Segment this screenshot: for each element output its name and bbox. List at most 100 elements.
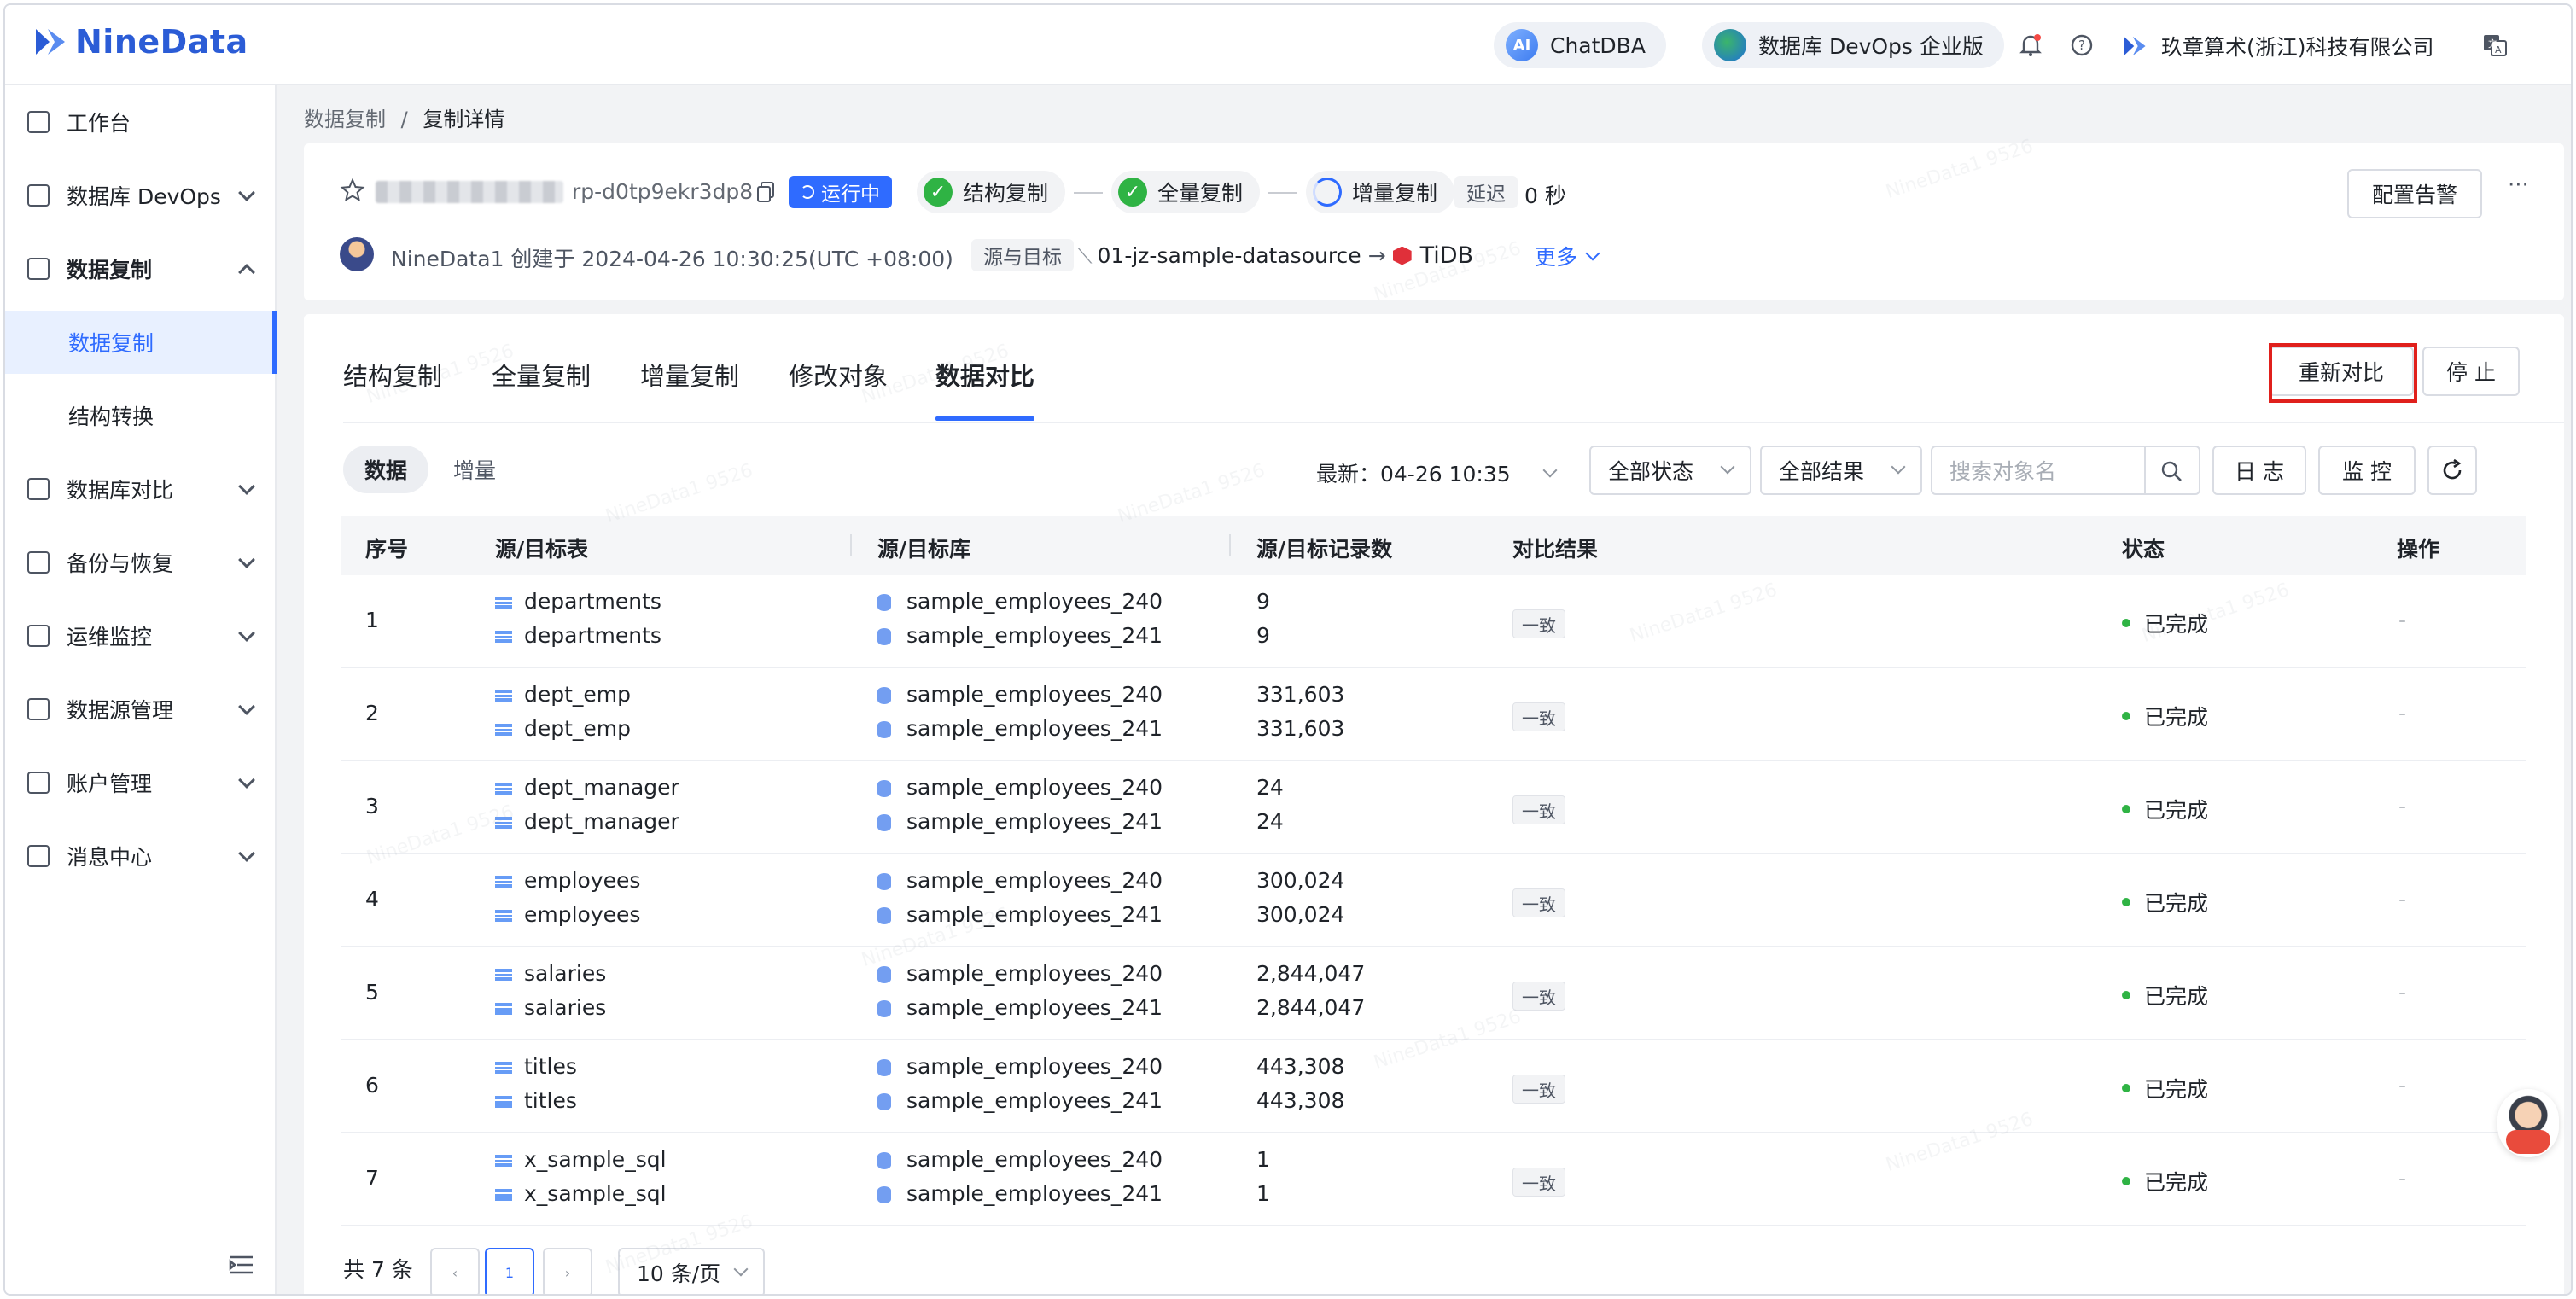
source-table: employees: [495, 868, 640, 893]
sidebar-item-db-compare[interactable]: 数据库对比: [5, 452, 277, 526]
sidebar-item-label: 数据复制: [68, 331, 154, 356]
help-icon[interactable]: ?: [2067, 31, 2096, 60]
next-page-button[interactable]: ›: [543, 1248, 592, 1294]
tab-full-replication[interactable]: 全量复制: [492, 357, 591, 393]
status-cell: 已完成: [2122, 1073, 2208, 1104]
svg-text:A: A: [2495, 44, 2502, 55]
sidebar-item-backup[interactable]: 备份与恢复: [5, 526, 277, 599]
tab-modify-objects[interactable]: 修改对象: [789, 357, 888, 393]
more-link-label: 更多: [1535, 245, 1578, 270]
target-table-name: titles: [524, 1088, 577, 1113]
breadcrumb-separator: /: [400, 108, 408, 131]
page-size-select[interactable]: 10 条/页: [618, 1248, 765, 1294]
page-1-button[interactable]: 1: [485, 1248, 534, 1294]
row-number: 3: [365, 794, 379, 818]
segment-data[interactable]: 数据: [343, 446, 428, 493]
database-icon: [877, 1152, 891, 1169]
company-switcher[interactable]: 玖章算术(浙江)科技有限公司: [2120, 31, 2434, 61]
table-row: 6 titles titles sample_employees_240 sam…: [341, 1040, 2526, 1133]
sidebar-item-replication[interactable]: 数据复制: [5, 232, 277, 306]
sidebar-subitem-data-replication[interactable]: 数据复制: [5, 311, 277, 374]
log-button[interactable]: 日 志: [2212, 446, 2306, 495]
globe-icon: [1714, 29, 1746, 61]
tab-incremental-replication[interactable]: 增量复制: [640, 357, 739, 393]
chatdba-button[interactable]: AI ChatDBA: [1494, 22, 1666, 68]
task-id: rp-d0tp9ekr3dp8: [572, 179, 754, 204]
target-count: 443,308: [1256, 1088, 1345, 1113]
action-cell: -: [2398, 1166, 2407, 1191]
target-db-name: sample_employees_241: [906, 1181, 1163, 1206]
sidebar-item-workbench[interactable]: 工作台: [5, 85, 277, 159]
app-window: NineData AI ChatDBA 数据库 DevOps 企业版 ? 玖章算…: [3, 3, 2573, 1296]
action-cell: -: [2398, 1073, 2407, 1098]
tab-data-compare[interactable]: 数据对比: [935, 357, 1034, 393]
action-cell: -: [2398, 887, 2407, 912]
col-separator: [850, 534, 852, 556]
row-number: 1: [365, 608, 379, 632]
source-table-name: titles: [524, 1054, 577, 1079]
support-assistant-button[interactable]: [2497, 1089, 2559, 1157]
source-datasource[interactable]: 01-jz-sample-datasource: [1098, 243, 1361, 268]
target-table: dept_emp: [495, 716, 631, 741]
breadcrumb-parent[interactable]: 数据复制: [304, 108, 386, 131]
language-icon[interactable]: 文A: [2480, 31, 2509, 60]
table-icon: [495, 631, 512, 643]
action-cell: -: [2398, 980, 2407, 1005]
sidebar-item-account[interactable]: 账户管理: [5, 746, 277, 819]
table-row: 7 x_sample_sql x_sample_sql sample_emplo…: [341, 1133, 2526, 1226]
source-table: x_sample_sql: [495, 1147, 667, 1172]
bell-icon[interactable]: [2016, 31, 2045, 60]
table-icon: [495, 876, 512, 888]
target-count: 1: [1256, 1181, 1270, 1206]
target-table: departments: [495, 623, 661, 648]
sidebar-item-devops[interactable]: 数据库 DevOps: [5, 159, 277, 232]
chevron-down-icon: [1585, 246, 1600, 261]
alert-config-button[interactable]: 配置告警: [2347, 169, 2482, 218]
step-connector: [1074, 192, 1103, 194]
search-icon[interactable]: [2159, 459, 2183, 488]
database-icon: [877, 780, 891, 797]
status-text: 已完成: [2144, 984, 2209, 1009]
more-actions-icon[interactable]: ···: [2508, 172, 2529, 198]
status-filter-select[interactable]: 全部状态: [1589, 446, 1751, 495]
refresh-icon: [2443, 458, 2462, 480]
target-count: 2,844,047: [1256, 995, 1366, 1020]
more-link[interactable]: 更多: [1535, 241, 1600, 271]
search-input[interactable]: 搜索对象名: [1931, 446, 2200, 495]
target-datasource[interactable]: TiDB: [1420, 242, 1473, 269]
latest-compare-select[interactable]: 最新：04-26 10:35: [1316, 457, 1558, 488]
target-db: sample_employees_241: [877, 623, 1163, 648]
tab-structure-replication[interactable]: 结构复制: [343, 357, 442, 393]
copy-icon[interactable]: [756, 181, 775, 207]
account-icon: [27, 772, 50, 794]
database-icon: [877, 1000, 891, 1017]
sidebar-item-label: 账户管理: [67, 772, 153, 796]
target-table-name: dept_emp: [524, 716, 632, 741]
edition-switch-button[interactable]: 数据库 DevOps 企业版: [1702, 22, 2004, 68]
result-filter-select[interactable]: 全部结果: [1760, 446, 1922, 495]
result-badge: 一致: [1512, 702, 1565, 731]
segment-incremental[interactable]: 增量: [432, 446, 517, 493]
col-header-status: 状态: [2122, 537, 2165, 562]
star-icon[interactable]: [340, 178, 365, 207]
prev-page-button[interactable]: ‹: [430, 1248, 480, 1294]
source-db-name: sample_employees_240: [906, 1054, 1163, 1079]
replication-icon: [27, 258, 50, 280]
action-cell: -: [2398, 608, 2407, 632]
arrow-right-icon: →: [1367, 243, 1386, 268]
sidebar-item-datasource[interactable]: 数据源管理: [5, 673, 277, 746]
sidebar-subitem-schema-conversion[interactable]: 结构转换: [5, 384, 277, 447]
company-name: 玖章算术(浙江)科技有限公司: [2161, 35, 2434, 60]
collapse-sidebar-icon[interactable]: [229, 1255, 254, 1275]
sidebar-item-messages[interactable]: 消息中心: [5, 819, 277, 893]
table-icon: [495, 724, 512, 736]
refresh-button[interactable]: [2427, 446, 2477, 495]
sidebar-item-monitoring[interactable]: 运维监控: [5, 599, 277, 673]
target-db: sample_employees_241: [877, 809, 1163, 834]
sidebar-item-label: 消息中心: [67, 845, 153, 870]
logo[interactable]: NineData: [31, 22, 248, 61]
monitor-button[interactable]: 监 控: [2318, 446, 2416, 495]
source-table-name: departments: [524, 589, 661, 614]
stop-button[interactable]: 停 止: [2422, 347, 2520, 396]
source-db: sample_employees_240: [877, 682, 1163, 707]
